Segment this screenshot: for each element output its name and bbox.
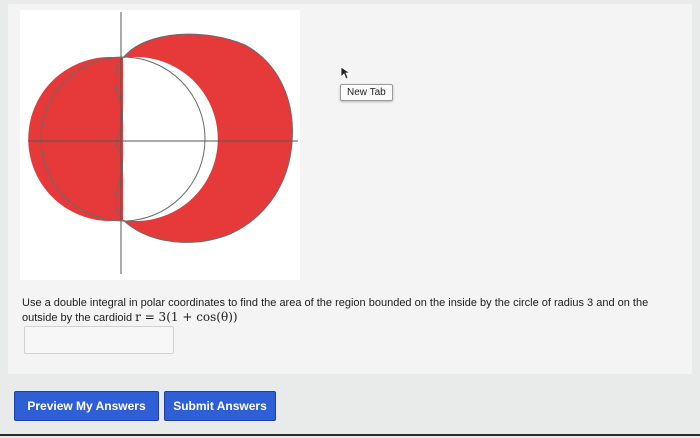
cardioid-equation: r = 3(1 + cos(θ)) — [135, 310, 238, 324]
question-text: Use a double integral in polar coordinat… — [22, 296, 682, 325]
submit-answers-button[interactable]: Submit Answers — [164, 391, 276, 421]
answer-input[interactable] — [24, 326, 174, 354]
preview-answers-button[interactable]: Preview My Answers — [14, 391, 159, 421]
bottom-border — [0, 434, 700, 436]
polar-region-figure — [20, 10, 300, 280]
question-prose: Use a double integral in polar coordinat… — [22, 297, 649, 324]
shaded-region — [28, 34, 293, 243]
pointer-cursor-icon — [340, 66, 352, 80]
new-tab-tooltip: New Tab — [340, 84, 393, 101]
